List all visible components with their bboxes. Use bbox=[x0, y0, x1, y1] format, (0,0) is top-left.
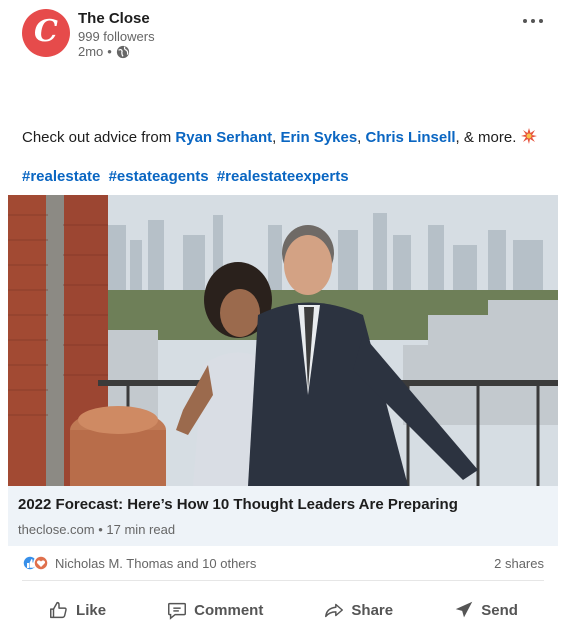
post-body-text: Check out advice from Ryan Serhant, Erin… bbox=[22, 128, 537, 146]
link-source: theclose.com bbox=[18, 522, 95, 537]
like-label: Like bbox=[76, 601, 107, 619]
more-options-button[interactable] bbox=[522, 8, 544, 29]
post-time: 2mo bbox=[78, 44, 104, 59]
company-name[interactable]: The Close bbox=[78, 10, 150, 27]
hashtag-link[interactable]: #realestate bbox=[22, 168, 100, 185]
link-meta-separator: • bbox=[98, 522, 103, 537]
hashtag-link[interactable]: #realestateexperts bbox=[217, 168, 349, 185]
social-counts: Nicholas M. Thomas and 10 others 2 share… bbox=[22, 554, 544, 572]
company-avatar[interactable]: C bbox=[22, 9, 70, 57]
send-icon bbox=[455, 601, 473, 618]
share-button[interactable]: Share bbox=[323, 590, 393, 630]
send-label: Send bbox=[481, 601, 518, 619]
send-button[interactable]: Send bbox=[453, 590, 518, 630]
link-read-time: 17 min read bbox=[106, 522, 176, 537]
like-button[interactable]: Like bbox=[48, 590, 106, 630]
text-separator: , bbox=[357, 129, 366, 146]
avatar-letter: C bbox=[34, 14, 58, 49]
link-title[interactable]: 2022 Forecast: Here’s How 10 Thought Lea… bbox=[18, 496, 458, 513]
post-meta: 2mo • bbox=[78, 44, 130, 59]
shares-count[interactable]: 2 shares bbox=[494, 556, 544, 571]
thumbs-up-icon bbox=[50, 601, 67, 619]
hashtag-link[interactable]: #estateagents bbox=[109, 168, 209, 185]
reaction-icons[interactable] bbox=[22, 554, 52, 572]
comment-label: Comment bbox=[194, 601, 264, 619]
post-header: C The Close 999 followers 2mo • bbox=[0, 0, 566, 70]
action-bar: Like Comment Share Send bbox=[0, 590, 566, 630]
comment-icon bbox=[168, 602, 187, 620]
text-suffix: , & more. bbox=[455, 129, 521, 146]
more-dots-icon bbox=[523, 19, 543, 23]
post-image[interactable] bbox=[8, 195, 558, 486]
reactors-text[interactable]: Nicholas M. Thomas and 10 others bbox=[55, 556, 256, 571]
city-balcony-photo bbox=[8, 195, 558, 486]
mention-link[interactable]: Erin Sykes bbox=[280, 129, 357, 146]
follower-count: 999 followers bbox=[78, 29, 155, 44]
comment-button[interactable]: Comment bbox=[166, 590, 263, 630]
link-preview-card[interactable]: 2022 Forecast: Here’s How 10 Thought Lea… bbox=[8, 486, 558, 546]
link-meta: theclose.com • 17 min read bbox=[18, 522, 175, 537]
hashtag-list: #realestate #estateagents #realestateexp… bbox=[22, 168, 353, 185]
globe-icon bbox=[116, 45, 129, 58]
meta-separator: • bbox=[107, 44, 112, 59]
share-arrow-icon bbox=[325, 603, 344, 618]
share-label: Share bbox=[351, 601, 394, 619]
actions-divider bbox=[22, 580, 544, 581]
text-prefix: Check out advice from bbox=[22, 129, 176, 146]
mention-link[interactable]: Ryan Serhant bbox=[175, 129, 272, 146]
mention-link[interactable]: Chris Linsell bbox=[366, 129, 456, 146]
burst-emoji-icon bbox=[520, 128, 537, 144]
